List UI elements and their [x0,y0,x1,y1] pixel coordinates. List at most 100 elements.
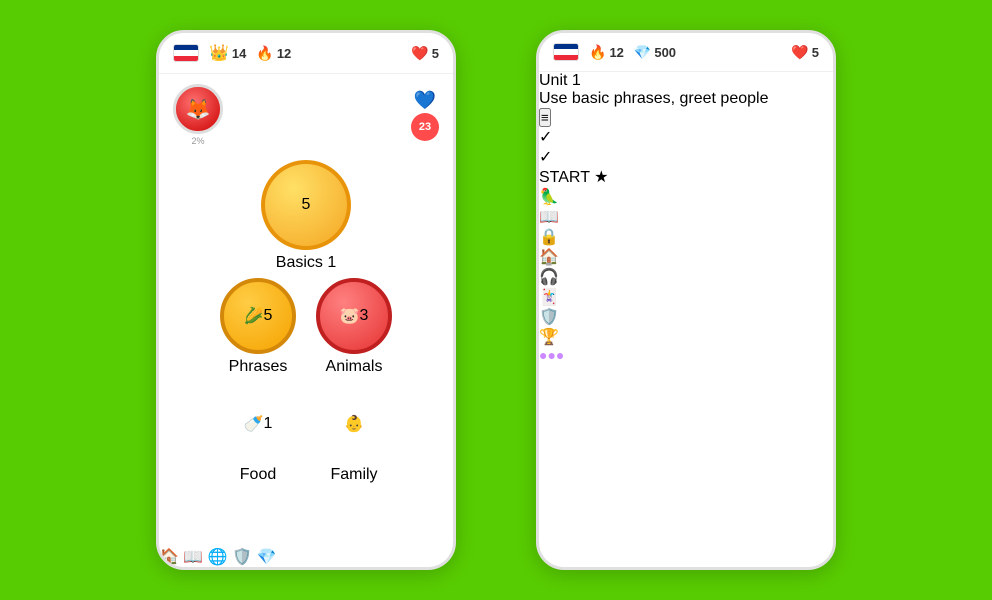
skill-path: ✓ ✓ START ★ 🦜 [539,127,833,247]
skill-row-5: 🔒 [539,227,833,247]
phrases-label: Phrases [229,358,288,376]
basics1-circle[interactable]: 5 [261,160,351,250]
bnav-shield[interactable]: 🛡️ [539,307,833,327]
family-label: Family [330,466,377,484]
unit-header: Unit 1 Use basic phrases, greet people ≡ [539,72,833,127]
heart-count: 5 [432,46,439,61]
right-top-bar: 🔥 12 💎 500 ❤️ 5 [539,33,833,72]
right-fire-icon: 🔥 [589,44,606,61]
avatar-wrapper: 🦊 2% [173,84,223,146]
right-heart-count: 5 [812,45,819,60]
lesson-phrases[interactable]: 🌽 5 Phrases [220,278,296,376]
animals-label: Animals [326,358,383,376]
duo-mascot: 🦜 [539,187,833,207]
bnav-headphones-icon: 🎧 [539,269,559,286]
right-bottom-nav: 🏠 🎧 🃏 🛡️ 🏆 ●●● [539,247,833,365]
fire-icon: 🔥 [256,45,273,62]
unit-subtitle: Use basic phrases, greet people [539,90,833,108]
avatar-image: 🦊 [176,87,220,131]
progress-label: 2% [191,136,204,146]
right-heart-icon: ❤️ [791,44,808,61]
broken-heart-icon: 💙 [414,90,436,111]
lesson-animals[interactable]: 🐷 3 Animals [316,278,392,376]
basics1-badge: 5 [302,196,311,214]
bnav-trophy-icon: 🏆 [539,329,559,346]
heart-stat: ❤️ 5 [411,45,439,62]
phrases-icon: 🌽 [244,306,264,326]
checkmark-icon-2: ✓ [539,149,552,166]
right-gem-count: 500 [654,45,676,60]
skill-node-4[interactable]: 📖 [539,207,833,227]
start-label: START [539,169,590,186]
lock-icon: 🔒 [539,229,559,246]
bnav-more-icon: ●●● [539,347,564,363]
left-phone: 👑 14 🔥 12 ❤️ 5 🦊 2% 💙 23 [156,30,456,570]
bnav-home[interactable]: 🏠 [539,247,833,267]
animals-icon: 🐷 [340,306,360,326]
profile-section: 🦊 2% 💙 23 [159,74,453,150]
bnav-trophy[interactable]: 🏆 [539,327,833,347]
lesson-family[interactable]: 👶 Family [316,386,392,484]
phrases-badge: 5 [264,307,273,325]
bnav-home-icon: 🏠 [539,249,559,266]
unit-title: Unit 1 [539,72,833,90]
avatar[interactable]: 🦊 [173,84,223,134]
bnav-headphones[interactable]: 🎧 [539,267,833,287]
skill-row-2: ✓ [539,147,833,167]
basics1-label: Basics 1 [276,254,336,272]
left-top-bar: 👑 14 🔥 12 ❤️ 5 [159,33,453,74]
bnav-shield-icon: 🛡️ [539,309,559,326]
crown-stat: 👑 14 [209,43,246,63]
left-bottom-nav: 🏠 📖 🌐 🛡️ 💎 [159,547,453,567]
nav-shield-icon[interactable]: 🛡️ [232,549,252,566]
bnav-cards[interactable]: 🃏 [539,287,833,307]
right-gem-icon: 💎 [634,44,651,61]
skill-row-4: 📖 [539,207,833,227]
food-circle[interactable]: 🍼 1 [220,386,296,462]
phrases-circle[interactable]: 🌽 5 [220,278,296,354]
skill-row-3: START ★ 🦜 [539,167,833,207]
right-fire-stat: 🔥 12 [589,44,624,61]
animals-badge: 3 [360,307,369,325]
main-container: 👑 14 🔥 12 ❤️ 5 🦊 2% 💙 23 [0,0,992,600]
heart-icon: ❤️ [411,45,428,62]
language-flag [173,44,199,62]
right-phone: 🔥 12 💎 500 ❤️ 5 Unit 1 Use basic phrases… [536,30,836,570]
lesson-food[interactable]: 🍼 1 Food [220,386,296,484]
food-family-row: 🍼 1 Food 👶 Family [220,386,392,484]
guidebook-button[interactable]: ≡ [539,108,551,127]
lesson-basics1[interactable]: 5 Basics 1 [261,160,351,272]
skill-node-2[interactable]: ✓ [539,147,833,167]
nav-globe-icon[interactable]: 🌐 [208,549,228,566]
bnav-cards-icon: 🃏 [539,289,559,306]
skill-row-1: ✓ [539,127,833,147]
skill-node-1[interactable]: ✓ [539,127,833,147]
fire-count: 12 [277,46,291,61]
skill-node-5[interactable]: 🔒 [539,227,833,247]
unit-header-row: Unit 1 Use basic phrases, greet people ≡ [539,72,833,127]
food-label: Food [240,466,276,484]
crown-count: 14 [232,46,246,61]
star-icon: ★ [594,169,608,186]
bnav-more[interactable]: ●●● [539,347,833,365]
food-badge: 1 [264,415,273,433]
course-content: 5 Basics 1 🌽 5 Phrases 🐷 3 [159,150,453,547]
family-icon: 👶 [344,414,364,434]
skill-node-start[interactable]: START ★ 🦜 [539,167,833,207]
nav-gem-icon[interactable]: 💎 [257,549,277,566]
food-icon: 🍼 [244,414,264,434]
notification-wrapper: 💙 23 [411,90,439,141]
book-icon: 📖 [539,209,559,226]
family-circle[interactable]: 👶 [316,386,392,462]
right-fire-count: 12 [609,45,623,60]
nav-home-icon[interactable]: 🏠 [159,549,179,566]
checkmark-icon-1: ✓ [539,129,552,146]
unit-info: Unit 1 Use basic phrases, greet people [539,72,833,108]
right-gem-stat: 💎 500 [634,44,676,61]
nav-book-icon[interactable]: 📖 [183,549,203,566]
crown-icon: 👑 [209,43,229,63]
right-heart-stat: ❤️ 5 [791,44,819,61]
notification-badge[interactable]: 23 [411,113,439,141]
animals-circle[interactable]: 🐷 3 [316,278,392,354]
phrases-animals-row: 🌽 5 Phrases 🐷 3 Animals [220,278,392,376]
